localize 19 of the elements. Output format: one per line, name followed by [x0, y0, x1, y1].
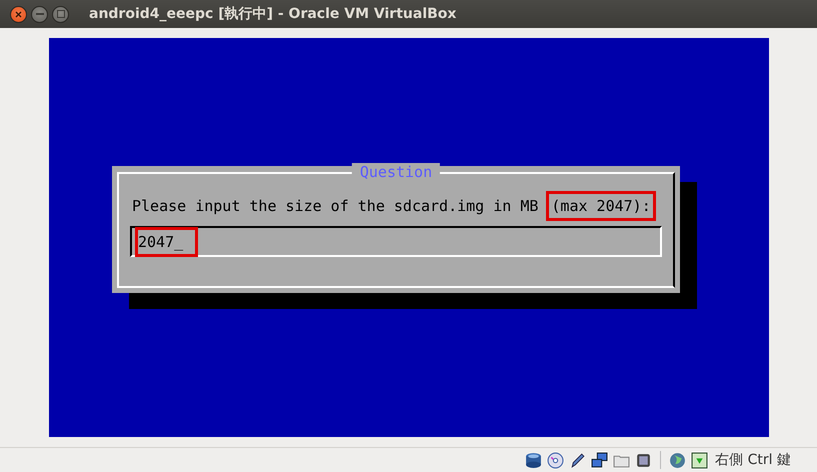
dialog-title: Question: [352, 163, 440, 181]
disc-icon[interactable]: [547, 452, 564, 468]
network-icon[interactable]: [591, 452, 608, 468]
maximize-icon: [56, 10, 64, 18]
input-value: 2047_: [138, 230, 196, 254]
prompt-text: (max 2047):: [549, 194, 653, 218]
window-title: android4_eeepc [執行中] - Oracle VM VirtualBox: [89, 5, 456, 23]
disk-icon[interactable]: [525, 452, 542, 468]
minimize-icon: [36, 13, 44, 15]
input-field[interactable]: 2047_: [130, 226, 662, 257]
prompt-text: Please input the size of the sdcard.img in MB: [131, 196, 540, 217]
close-button[interactable]: [10, 6, 27, 22]
download-icon[interactable]: [691, 452, 708, 468]
host-key-label: 右側 Ctrl 鍵: [715, 451, 791, 469]
pen-icon[interactable]: [569, 452, 586, 468]
close-icon: [15, 10, 22, 18]
chip-icon[interactable]: [635, 452, 652, 468]
maximize-button[interactable]: [52, 6, 69, 22]
minimize-button[interactable]: [31, 6, 48, 22]
